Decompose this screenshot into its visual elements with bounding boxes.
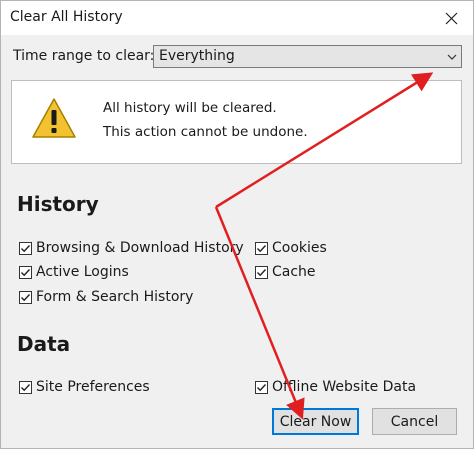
- checkbox-cookies[interactable]: Cookies: [255, 240, 327, 256]
- cancel-button[interactable]: Cancel: [372, 408, 457, 435]
- time-range-value: Everything: [159, 48, 235, 64]
- checkbox-active-logins[interactable]: Active Logins: [19, 264, 129, 280]
- warning-panel: All history will be cleared. This action…: [11, 80, 462, 164]
- checkbox-form-search-history[interactable]: Form & Search History: [19, 289, 193, 305]
- checkmark-icon: [21, 383, 31, 391]
- checkmark-icon: [21, 268, 31, 276]
- checkbox-label: Offline Website Data: [272, 379, 417, 395]
- checkbox-label: Cookies: [272, 240, 327, 256]
- checkbox-cache[interactable]: Cache: [255, 264, 316, 280]
- clear-now-button[interactable]: Clear Now: [272, 408, 359, 435]
- checkbox-label: Site Preferences: [36, 379, 150, 395]
- checkbox-browsing-download-history[interactable]: Browsing & Download History: [19, 240, 244, 256]
- time-range-label: Time range to clear:: [13, 48, 155, 64]
- clear-history-dialog: Clear All History Time range to clear: E…: [0, 0, 474, 449]
- checkbox-label: Form & Search History: [36, 289, 194, 305]
- close-icon: [445, 12, 457, 24]
- history-heading: History: [17, 192, 99, 216]
- checkmark-icon: [257, 268, 267, 276]
- checkbox-offline-website-data[interactable]: Offline Website Data: [255, 379, 416, 395]
- checkbox-label: Cache: [272, 264, 316, 280]
- warning-text-line2: This action cannot be undone.: [103, 124, 308, 140]
- checkbox-box[interactable]: [19, 265, 32, 279]
- checkmark-icon: [257, 383, 267, 391]
- warning-text-line1: All history will be cleared.: [103, 100, 277, 116]
- checkbox-box[interactable]: [255, 241, 268, 255]
- checkmark-icon: [257, 244, 267, 252]
- checkmark-icon: [21, 244, 31, 252]
- warning-icon: [32, 98, 76, 138]
- checkbox-box[interactable]: [255, 380, 268, 394]
- data-heading: Data: [17, 332, 71, 356]
- title-bar: Clear All History: [1, 1, 473, 35]
- checkbox-site-preferences[interactable]: Site Preferences: [19, 379, 150, 395]
- dialog-title: Clear All History: [10, 9, 123, 25]
- time-range-select[interactable]: Everything: [153, 45, 462, 68]
- checkbox-box[interactable]: [255, 265, 268, 279]
- checkbox-box[interactable]: [19, 380, 32, 394]
- checkbox-box[interactable]: [19, 241, 32, 255]
- checkbox-label: Active Logins: [36, 264, 129, 280]
- chevron-down-icon: [443, 46, 461, 67]
- checkbox-box[interactable]: [19, 290, 32, 304]
- close-button[interactable]: [429, 1, 473, 35]
- checkbox-label: Browsing & Download History: [36, 240, 244, 256]
- checkmark-icon: [21, 293, 31, 301]
